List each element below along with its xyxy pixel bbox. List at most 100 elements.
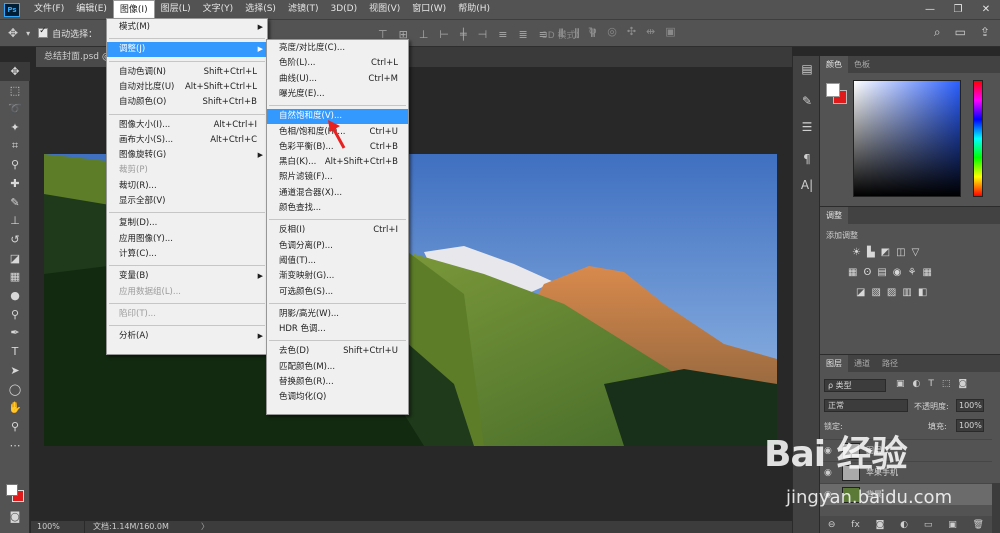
crop-tool-icon[interactable]: ⌗ — [0, 137, 30, 156]
chevron-down-icon[interactable]: ▾ — [26, 29, 30, 38]
more-tools-icon[interactable]: ⋯ — [0, 436, 30, 455]
blend-mode-select[interactable]: 正常 — [824, 399, 908, 412]
status-menu-arrow[interactable]: 〉 — [195, 521, 209, 533]
image-menu-item[interactable]: 应用图像(Y)... — [107, 232, 267, 247]
adjust-menu-item[interactable]: 反相(I) Ctrl+I — [267, 223, 408, 238]
threshold-icon[interactable]: ▨ — [887, 287, 896, 298]
foreground-color-swatch[interactable] — [6, 484, 18, 496]
opacity-input[interactable]: 100% — [956, 399, 984, 412]
new-group-icon[interactable]: ▭ — [924, 520, 933, 530]
image-menu-item[interactable]: 显示全部(V) — [107, 194, 267, 209]
levels-icon[interactable]: ▙ — [867, 247, 875, 258]
posterize-icon[interactable]: ▧ — [871, 287, 880, 298]
image-menu-item[interactable]: 裁切(R)... — [107, 179, 267, 194]
layer-filter-select[interactable]: ρ 类型 — [824, 379, 886, 392]
3d-scale-icon[interactable]: ▣ — [665, 25, 675, 38]
color-lookup-icon[interactable]: ▦ — [922, 267, 931, 278]
adjust-menu-item[interactable]: 渐变映射(G)... — [267, 269, 408, 284]
type-tool-icon[interactable]: T — [0, 342, 30, 361]
exposure-icon[interactable]: ◫ — [896, 247, 905, 258]
adjust-menu-item[interactable]: 颜色查找... — [267, 201, 408, 216]
tab-paths[interactable]: 路径 — [876, 355, 904, 372]
layer-style-icon[interactable]: fx — [851, 520, 860, 530]
3d-drag-icon[interactable]: ✣ — [627, 25, 636, 38]
tab-color[interactable]: 颜色 — [820, 56, 848, 73]
adjust-menu-item[interactable]: 阈值(T)... — [267, 254, 408, 269]
brush-panel-icon[interactable]: ✎ — [793, 88, 821, 114]
minimize-button[interactable]: — — [916, 0, 944, 19]
adjust-menu-item[interactable]: 可选颜色(S)... — [267, 285, 408, 300]
menu-file[interactable]: 文件(F) — [28, 0, 70, 19]
history-panel-icon[interactable]: ▤ — [793, 56, 821, 82]
adjust-menu-item[interactable]: 照片滤镜(F)... — [267, 170, 408, 185]
gradient-tool-icon[interactable]: ▦ — [0, 268, 30, 287]
healing-brush-icon[interactable]: ✚ — [0, 174, 30, 193]
move-tool-icon[interactable]: ✥ — [8, 26, 18, 40]
menu-filter[interactable]: 滤镜(T) — [282, 0, 325, 19]
marquee-tool-icon[interactable]: ⬚ — [0, 81, 30, 100]
image-menu-item[interactable]: 图像旋转(G) ▶ — [107, 148, 267, 163]
image-menu-item[interactable]: 自动颜色(O) Shift+Ctrl+B — [107, 95, 267, 110]
adjust-menu-item[interactable]: 曝光度(E)... — [267, 87, 408, 102]
color-swatches[interactable] — [5, 482, 27, 504]
black-white-icon[interactable]: ▤ — [877, 267, 886, 278]
adjust-menu-item[interactable]: 阴影/高光(W)... — [267, 307, 408, 322]
zoom-level[interactable]: 100% — [31, 521, 85, 533]
filter-adjust-icon[interactable]: ◐ — [913, 379, 921, 389]
fill-input[interactable]: 100% — [956, 419, 984, 432]
photo-filter-icon[interactable]: ◉ — [893, 267, 902, 278]
magic-wand-icon[interactable]: ✦ — [0, 118, 30, 137]
tab-layers[interactable]: 图层 — [820, 355, 848, 372]
share-icon[interactable]: ⇪ — [980, 25, 990, 40]
restore-button[interactable]: ❐ — [944, 0, 972, 19]
layers-scrollbar[interactable] — [992, 483, 1000, 533]
menu-help[interactable]: 帮助(H) — [452, 0, 496, 19]
search-icon[interactable]: ⌕ — [934, 25, 941, 40]
menu-3d[interactable]: 3D(D) — [324, 0, 363, 19]
curves-icon[interactable]: ◩ — [881, 247, 890, 258]
brightness-icon[interactable]: ☀ — [852, 247, 861, 258]
image-menu-item[interactable]: 复制(D)... — [107, 216, 267, 231]
quick-mask-icon[interactable]: ◙ — [0, 507, 30, 526]
trash-icon[interactable]: 🗑 — [973, 520, 984, 530]
link-layers-icon[interactable]: ⊖ — [828, 520, 836, 530]
image-menu-item[interactable]: 自动色调(N) Shift+Ctrl+L — [107, 65, 267, 80]
3d-slide-icon[interactable]: ⇹ — [646, 25, 655, 38]
adjust-menu-item[interactable]: 亮度/对比度(C)... — [267, 41, 408, 56]
adjust-menu-item[interactable]: 替换颜色(R)... — [267, 375, 408, 390]
ellipse-tool-icon[interactable]: ◯ — [0, 380, 30, 399]
menu-window[interactable]: 窗口(W) — [406, 0, 452, 19]
hue-saturation-icon[interactable]: ▦ — [848, 267, 857, 278]
dodge-tool-icon[interactable]: ⚲ — [0, 305, 30, 324]
image-menu-item[interactable]: 图像大小(I)... Alt+Ctrl+I — [107, 118, 267, 133]
brush-tool-icon[interactable]: ✎ — [0, 193, 30, 212]
menu-select[interactable]: 选择(S) — [239, 0, 282, 19]
image-menu-item[interactable]: 画布大小(S)... Alt+Ctrl+C — [107, 133, 267, 148]
stamp-tool-icon[interactable]: ⊥ — [0, 212, 30, 231]
distribute-vcenter-icon[interactable]: ≣ — [518, 28, 527, 41]
move-tool-icon[interactable]: ✥ — [0, 62, 30, 81]
image-menu-item[interactable]: 调整(J) ▶ — [107, 42, 267, 58]
menu-view[interactable]: 视图(V) — [363, 0, 406, 19]
tab-channels[interactable]: 通道 — [848, 355, 876, 372]
selective-color-icon[interactable]: ◧ — [918, 287, 927, 298]
lasso-tool-icon[interactable]: ➰ — [0, 99, 30, 118]
paragraph-panel-icon[interactable]: ¶ — [793, 146, 821, 172]
pen-tool-icon[interactable]: ✒ — [0, 324, 30, 343]
align-bottom-icon[interactable]: ⊥ — [419, 28, 429, 41]
eyedropper-icon[interactable]: ⚲ — [0, 155, 30, 174]
distribute-top-icon[interactable]: ≡ — [498, 28, 507, 41]
filter-pixel-icon[interactable]: ▣ — [896, 379, 905, 389]
workspace-icon[interactable]: ▭ — [955, 25, 966, 40]
adjust-menu-item[interactable]: 去色(D) Shift+Ctrl+U — [267, 344, 408, 359]
filter-shape-icon[interactable]: ⬚ — [942, 379, 951, 389]
history-brush-icon[interactable]: ↺ — [0, 230, 30, 249]
adjustment-layer-icon[interactable]: ◐ — [900, 520, 908, 530]
adjust-menu-item[interactable]: HDR 色调... — [267, 322, 408, 337]
tab-adjustments[interactable]: 调整 — [820, 207, 848, 224]
filter-type-icon[interactable]: T — [928, 379, 934, 389]
adjust-menu-item[interactable]: 色阶(L)... Ctrl+L — [267, 56, 408, 71]
color-field[interactable] — [853, 80, 961, 197]
adjust-menu-item[interactable]: 通道混合器(X)... — [267, 186, 408, 201]
3d-roll-icon[interactable]: ◎ — [607, 25, 617, 38]
